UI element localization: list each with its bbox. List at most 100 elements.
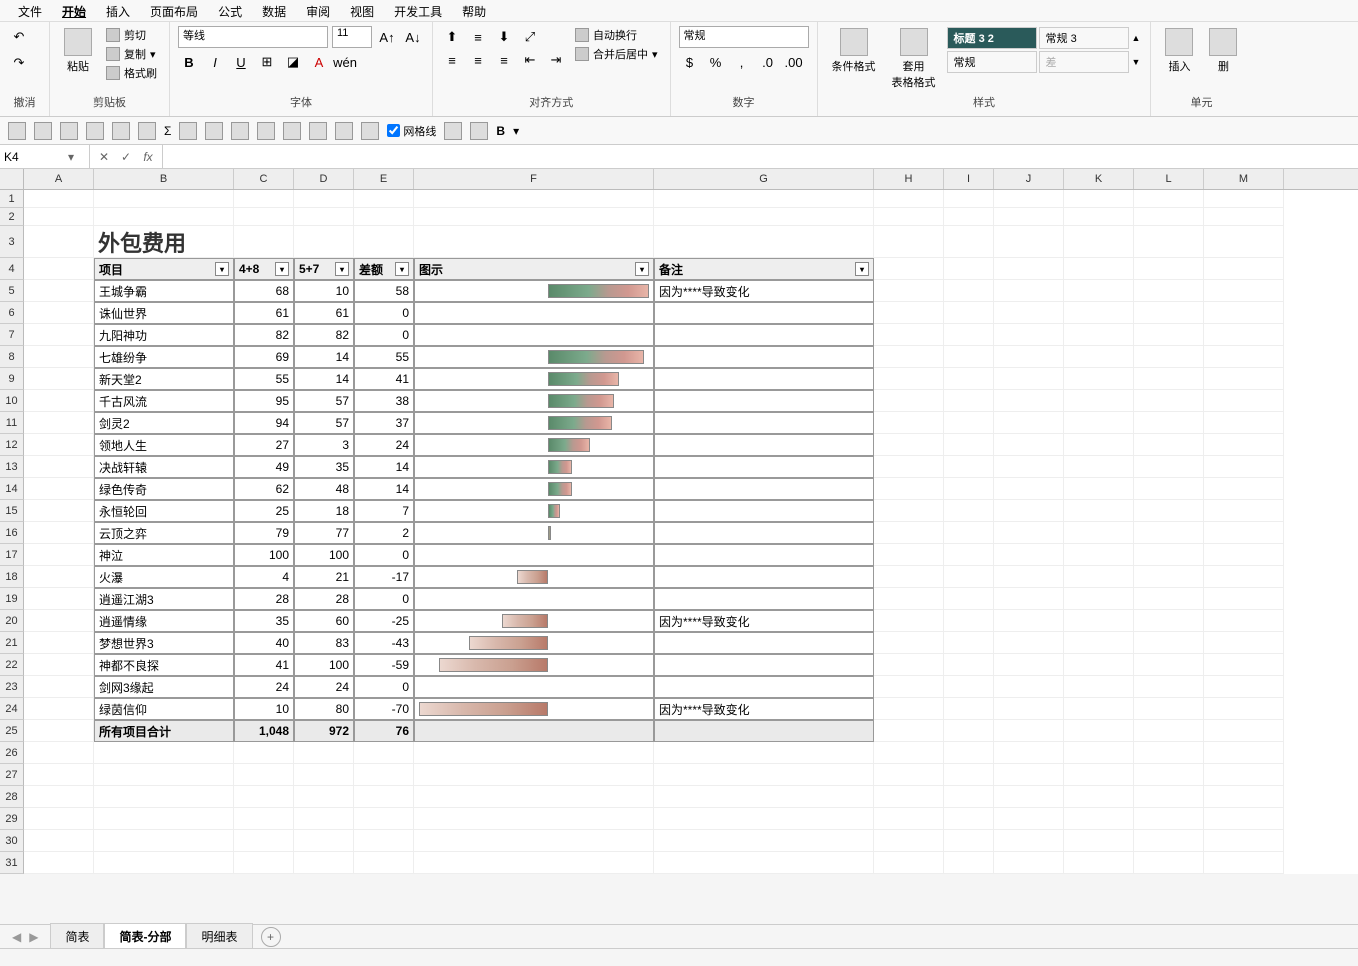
cell[interactable] <box>994 324 1064 346</box>
cell[interactable] <box>414 522 654 544</box>
cell[interactable] <box>654 190 874 208</box>
cell[interactable] <box>874 324 944 346</box>
cell[interactable] <box>944 566 994 588</box>
cell[interactable]: 35 <box>294 456 354 478</box>
conditional-format-button[interactable]: 条件格式 <box>826 26 882 76</box>
col-header-C[interactable]: C <box>234 169 294 189</box>
cell[interactable] <box>354 808 414 830</box>
cell[interactable] <box>234 764 294 786</box>
cell[interactable] <box>654 434 874 456</box>
name-box-input[interactable] <box>4 150 64 164</box>
cell[interactable]: 永恒轮回 <box>94 500 234 522</box>
filter-button[interactable]: ▾ <box>275 262 289 276</box>
cell[interactable]: 差额▾ <box>354 258 414 280</box>
cell[interactable] <box>994 742 1064 764</box>
cell[interactable] <box>1064 720 1134 742</box>
cell[interactable] <box>94 208 234 226</box>
cell[interactable] <box>1204 190 1284 208</box>
cell[interactable] <box>1064 632 1134 654</box>
cell[interactable] <box>24 478 94 500</box>
cell[interactable]: 24 <box>294 676 354 698</box>
row-header-22[interactable]: 22 <box>0 654 24 676</box>
cell[interactable] <box>24 588 94 610</box>
cell[interactable] <box>1064 830 1134 852</box>
cell[interactable]: 4 <box>234 566 294 588</box>
cell[interactable] <box>994 478 1064 500</box>
align-bottom-button[interactable]: ⬇ <box>493 26 515 48</box>
cell[interactable] <box>24 698 94 720</box>
cell[interactable] <box>354 852 414 874</box>
cell[interactable] <box>1064 764 1134 786</box>
cell[interactable] <box>1204 588 1284 610</box>
cell[interactable]: 图示▾ <box>414 258 654 280</box>
cell[interactable] <box>654 676 874 698</box>
cell[interactable] <box>874 522 944 544</box>
cell[interactable] <box>24 830 94 852</box>
cell[interactable] <box>24 190 94 208</box>
cell[interactable] <box>994 852 1064 874</box>
cell[interactable] <box>874 544 944 566</box>
cell[interactable] <box>1134 434 1204 456</box>
cell[interactable] <box>1134 324 1204 346</box>
cell[interactable]: 79 <box>234 522 294 544</box>
cell[interactable] <box>1204 852 1284 874</box>
cell[interactable]: 逍遥情缘 <box>94 610 234 632</box>
cell[interactable] <box>1134 456 1204 478</box>
cell[interactable] <box>944 742 994 764</box>
cell[interactable] <box>944 632 994 654</box>
delete-cells-button[interactable]: 删 <box>1203 26 1243 76</box>
cell[interactable] <box>1064 698 1134 720</box>
cell[interactable] <box>944 478 994 500</box>
row-header-10[interactable]: 10 <box>0 390 24 412</box>
row-header-13[interactable]: 13 <box>0 456 24 478</box>
cell[interactable] <box>1204 280 1284 302</box>
row-header-20[interactable]: 20 <box>0 610 24 632</box>
row-header-21[interactable]: 21 <box>0 632 24 654</box>
cell[interactable] <box>994 786 1064 808</box>
cell[interactable] <box>944 676 994 698</box>
tb2-icon-3[interactable] <box>60 122 78 140</box>
cell[interactable]: 25 <box>234 500 294 522</box>
col-header-D[interactable]: D <box>294 169 354 189</box>
cell[interactable]: 梦想世界3 <box>94 632 234 654</box>
merge-button[interactable]: 合并后居中 ▾ <box>571 45 662 63</box>
menu-帮助[interactable]: 帮助 <box>452 0 496 21</box>
cell[interactable] <box>944 390 994 412</box>
cell[interactable]: 76 <box>354 720 414 742</box>
cell[interactable] <box>654 324 874 346</box>
cell[interactable] <box>1204 390 1284 412</box>
tb2-bold-icon[interactable]: B <box>496 124 505 138</box>
menu-开始[interactable]: 开始 <box>52 0 96 21</box>
orientation-button[interactable]: ⤢ <box>519 26 541 48</box>
cell[interactable] <box>874 208 944 226</box>
cell[interactable]: 82 <box>234 324 294 346</box>
cell[interactable] <box>354 786 414 808</box>
cell[interactable] <box>874 786 944 808</box>
cell[interactable] <box>874 368 944 390</box>
menu-文件[interactable]: 文件 <box>8 0 52 21</box>
cell[interactable]: 100 <box>294 544 354 566</box>
tb2-icon-12[interactable] <box>309 122 327 140</box>
col-header-J[interactable]: J <box>994 169 1064 189</box>
cell[interactable] <box>1204 456 1284 478</box>
cell[interactable] <box>874 632 944 654</box>
decrease-decimal-button[interactable]: .00 <box>783 51 805 73</box>
cell[interactable] <box>94 742 234 764</box>
cell[interactable] <box>1064 190 1134 208</box>
col-header-A[interactable]: A <box>24 169 94 189</box>
row-header-25[interactable]: 25 <box>0 720 24 742</box>
cell[interactable] <box>294 808 354 830</box>
cell[interactable] <box>294 852 354 874</box>
row-header-11[interactable]: 11 <box>0 412 24 434</box>
cell[interactable] <box>354 190 414 208</box>
cell[interactable] <box>1134 368 1204 390</box>
cell[interactable] <box>1064 258 1134 280</box>
cell[interactable]: 2 <box>354 522 414 544</box>
cell[interactable] <box>1064 808 1134 830</box>
row-header-6[interactable]: 6 <box>0 302 24 324</box>
percent-button[interactable]: % <box>705 51 727 73</box>
cell[interactable] <box>874 456 944 478</box>
cell[interactable] <box>994 654 1064 676</box>
cell[interactable]: -70 <box>354 698 414 720</box>
table-title[interactable]: 外包费用 <box>94 226 234 258</box>
